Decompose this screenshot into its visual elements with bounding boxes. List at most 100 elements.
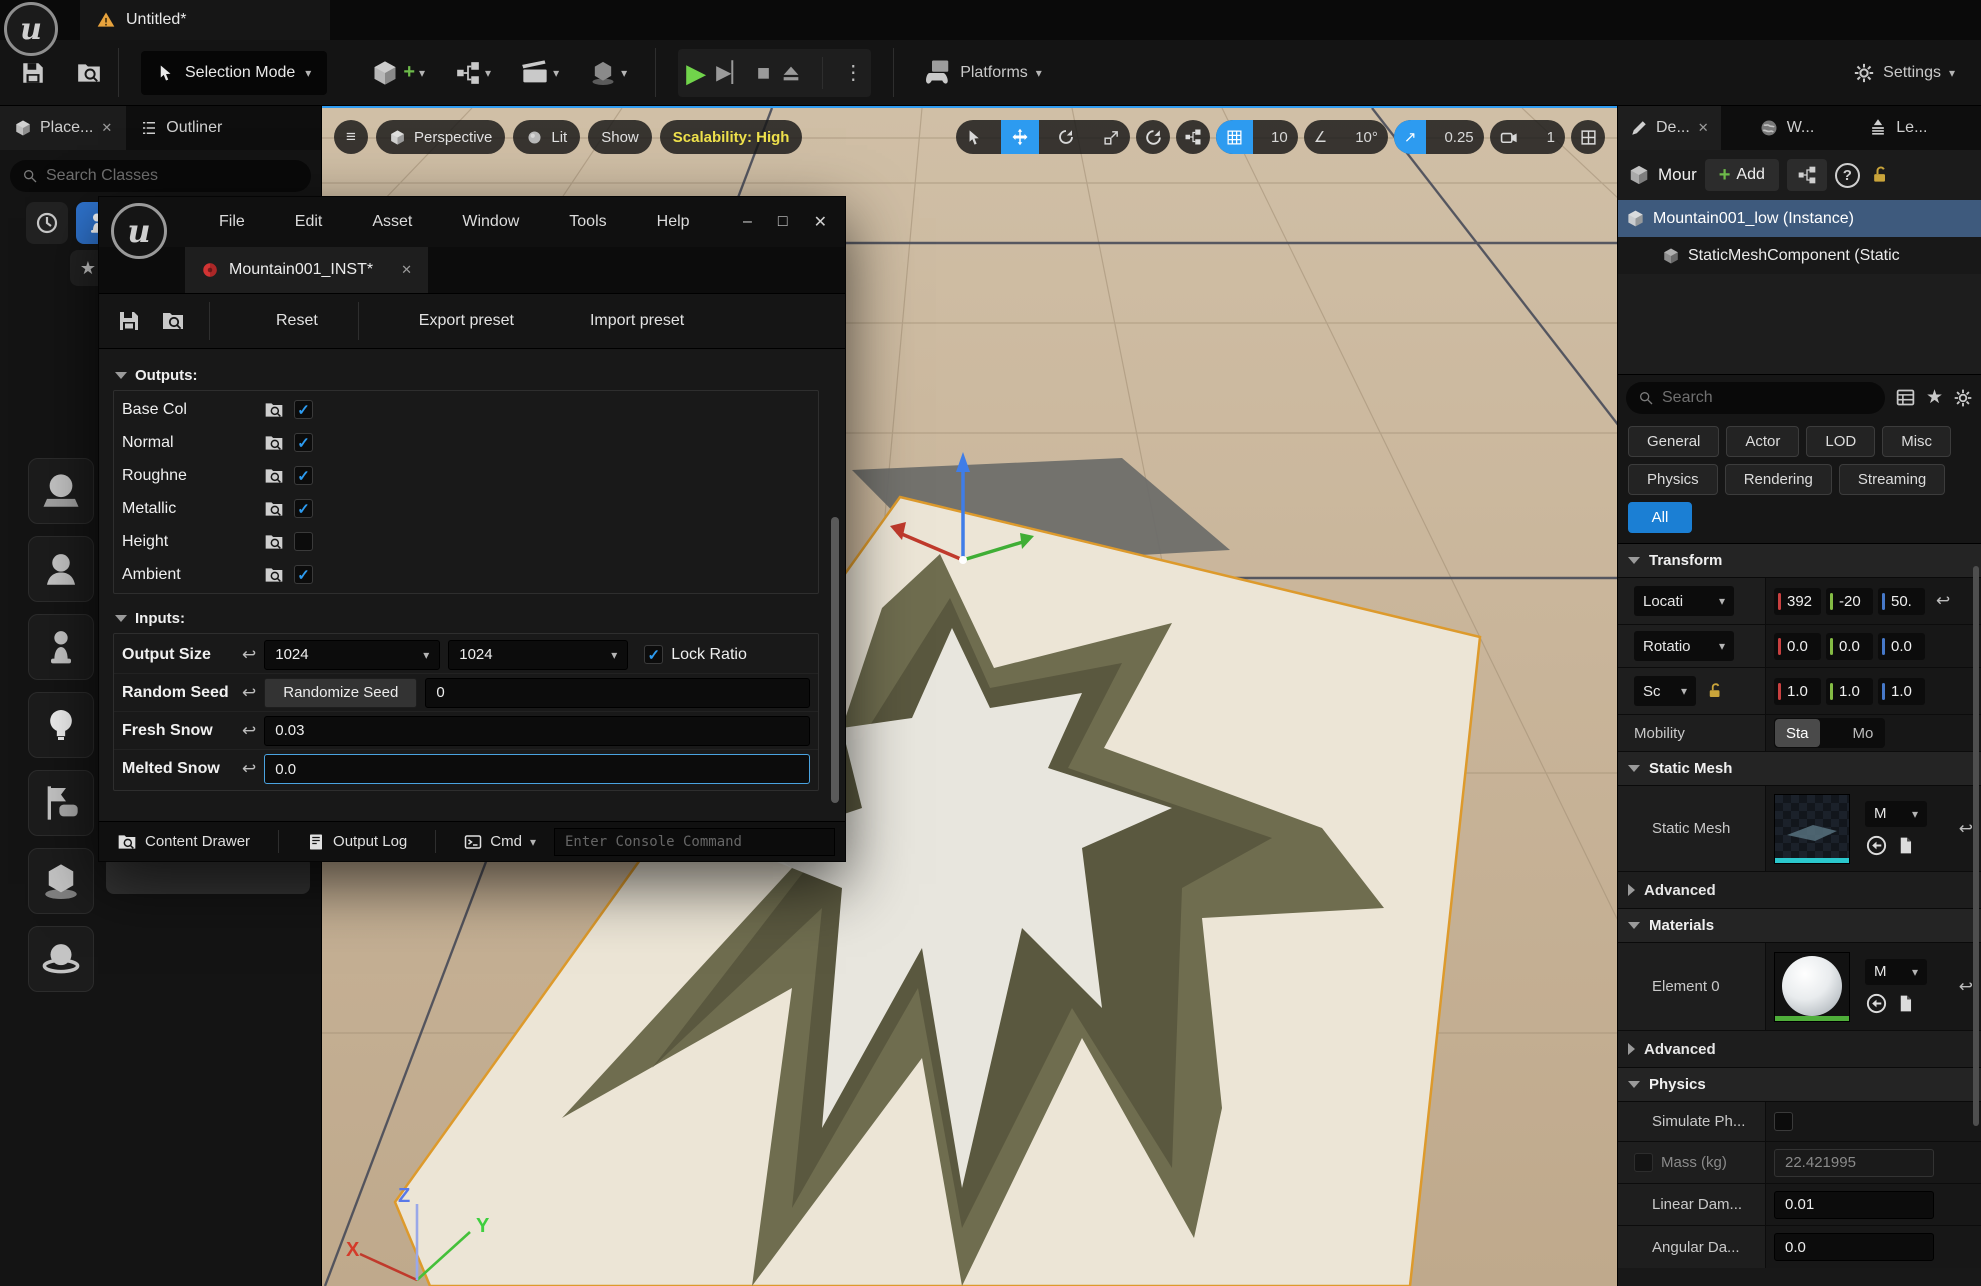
lights-category-button[interactable]	[28, 692, 94, 758]
camera-icon[interactable]	[1490, 120, 1529, 154]
menu-help[interactable]: Help	[653, 207, 694, 237]
tab-outliner[interactable]: Outliner	[126, 106, 236, 150]
move-tool-button[interactable]	[1001, 120, 1039, 154]
normal-checkbox[interactable]	[294, 433, 313, 452]
display-options-icon[interactable]	[1895, 387, 1916, 408]
filter-actor[interactable]: Actor	[1726, 426, 1799, 457]
level-tab[interactable]: Untitled*	[80, 0, 330, 40]
filter-misc[interactable]: Misc	[1882, 426, 1951, 457]
location-z-field[interactable]: 50.	[1878, 588, 1925, 615]
linear-damping-field[interactable]: 0.01	[1774, 1191, 1934, 1219]
selection-mode-dropdown[interactable]: Selection Mode ▾	[141, 51, 327, 95]
close-icon[interactable]: ✕	[1698, 120, 1709, 136]
details-scrollbar-thumb[interactable]	[1973, 566, 1979, 1126]
reset-to-default-icon[interactable]: ↩	[1936, 591, 1950, 611]
mass-override-checkbox[interactable]	[1634, 1153, 1653, 1172]
menu-tools[interactable]: Tools	[565, 207, 610, 237]
play-button[interactable]: ▶	[686, 60, 706, 86]
scale-snap-value[interactable]: 0.25	[1434, 120, 1483, 154]
console-command-box[interactable]	[554, 828, 835, 856]
static-mesh-advanced-row[interactable]: Advanced	[1618, 872, 1981, 909]
select-tool-button[interactable]	[956, 120, 993, 154]
tab-details[interactable]: De... ✕	[1618, 106, 1721, 150]
location-y-field[interactable]: -20	[1826, 588, 1873, 615]
reset-to-default-icon[interactable]: ↩	[242, 683, 256, 703]
browse-icon[interactable]	[264, 565, 284, 585]
search-classes-box[interactable]	[10, 160, 311, 192]
details-search-box[interactable]	[1626, 382, 1885, 414]
cinematics-dropdown[interactable]: ▾	[515, 53, 565, 93]
scale-z-field[interactable]: 1.0	[1878, 678, 1925, 705]
grid-snap-toggle[interactable]	[1216, 120, 1253, 154]
add-actor-dropdown[interactable]: + ▾	[365, 53, 431, 93]
save-button[interactable]	[14, 54, 52, 92]
rotation-snap-value[interactable]: 10°	[1345, 120, 1388, 154]
browse-asset-button[interactable]	[155, 303, 191, 339]
viewport-options-button[interactable]: ≡	[334, 120, 368, 154]
fresh-snow-field[interactable]	[264, 716, 810, 746]
unlocked-icon[interactable]	[1870, 165, 1890, 185]
height-checkbox[interactable]	[294, 532, 313, 551]
minimize-button[interactable]: –	[743, 213, 752, 231]
filter-streaming[interactable]: Streaming	[1839, 464, 1945, 495]
rotation-z-field[interactable]: 0.0	[1878, 633, 1925, 660]
roughness-checkbox[interactable]	[294, 466, 313, 485]
melted-snow-input[interactable]	[275, 761, 799, 778]
material-thumbnail[interactable]	[1774, 952, 1850, 1022]
eject-button[interactable]	[780, 62, 802, 84]
shapes-category-button[interactable]	[28, 458, 94, 524]
scrollbar-thumb[interactable]	[831, 517, 839, 803]
filter-rendering[interactable]: Rendering	[1725, 464, 1832, 495]
output-size-x-dropdown[interactable]: 1024 ▾	[264, 640, 440, 670]
location-x-field[interactable]: 392	[1774, 588, 1821, 615]
tree-row-actor[interactable]: Mountain001_low (Instance)	[1618, 200, 1981, 237]
export-preset-button[interactable]: Export preset	[397, 312, 536, 330]
browse-icon[interactable]	[264, 433, 284, 453]
platforms-dropdown[interactable]: Platforms ▾	[916, 52, 1048, 94]
search-classes-input[interactable]	[46, 167, 299, 185]
filter-lod[interactable]: LOD	[1806, 426, 1875, 457]
metallic-checkbox[interactable]	[294, 499, 313, 518]
world-local-toggle[interactable]	[1136, 120, 1170, 154]
tab-place-actors[interactable]: Place... ✕	[0, 106, 126, 150]
close-button[interactable]: ✕	[814, 212, 827, 232]
gameplay-category-button[interactable]	[28, 770, 94, 836]
reset-to-default-icon[interactable]: ↩	[242, 645, 256, 665]
browse-to-asset-icon[interactable]	[1896, 994, 1915, 1013]
close-icon[interactable]: ✕	[401, 262, 412, 278]
materials-advanced-row[interactable]: Advanced	[1618, 1031, 1981, 1068]
characters-category-button[interactable]	[28, 536, 94, 602]
menu-window[interactable]: Window	[458, 207, 523, 237]
help-button[interactable]: ?	[1835, 163, 1860, 188]
location-dropdown[interactable]: Locati ▾	[1634, 586, 1734, 616]
tab-world-settings[interactable]: W...	[1747, 106, 1827, 150]
randomize-seed-button[interactable]: Randomize Seed	[264, 678, 417, 708]
filter-all[interactable]: All	[1628, 502, 1692, 533]
camera-speed-value[interactable]: 1	[1537, 120, 1565, 154]
material-asset-dropdown[interactable]: M ▾	[1865, 959, 1927, 985]
use-selected-asset-icon[interactable]	[1865, 834, 1888, 857]
ambient-checkbox[interactable]	[294, 565, 313, 584]
volumes-category-button[interactable]	[28, 926, 94, 992]
show-dropdown[interactable]: Show	[588, 120, 652, 154]
filter-physics[interactable]: Physics	[1628, 464, 1718, 495]
scale-lock-icon[interactable]	[1706, 682, 1724, 700]
console-command-input[interactable]	[565, 834, 824, 850]
menu-asset[interactable]: Asset	[368, 207, 416, 237]
reset-to-default-icon[interactable]: ↩	[242, 721, 256, 741]
random-seed-input[interactable]	[436, 684, 799, 701]
perspective-dropdown[interactable]: Perspective	[376, 120, 505, 154]
reset-to-default-icon[interactable]: ↩	[242, 759, 256, 779]
details-search-input[interactable]	[1662, 389, 1873, 407]
browse-icon[interactable]	[264, 466, 284, 486]
play-options-button[interactable]: ⋮	[843, 60, 863, 85]
stop-button[interactable]: ■	[757, 60, 770, 86]
use-selected-asset-icon[interactable]	[1865, 992, 1888, 1015]
favorites-star-icon[interactable]: ★	[1926, 386, 1943, 409]
rotation-dropdown[interactable]: Rotatio ▾	[1634, 631, 1734, 661]
basecolor-checkbox[interactable]	[294, 400, 313, 419]
rotation-y-field[interactable]: 0.0	[1826, 633, 1873, 660]
geometry-category-button[interactable]	[28, 848, 94, 914]
inputs-section-header[interactable]: Inputs:	[115, 610, 819, 627]
static-mesh-thumbnail[interactable]	[1774, 794, 1850, 864]
